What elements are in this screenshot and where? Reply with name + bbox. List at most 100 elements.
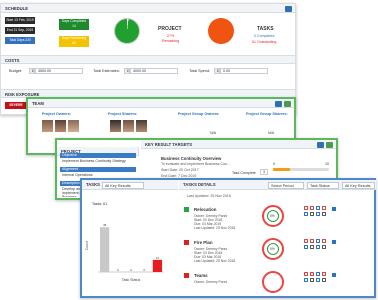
project-label: PROJECT [158,26,182,32]
task-action-icon[interactable] [310,239,314,243]
costs-header: COSTS [1,55,295,64]
task-status-square [184,273,189,278]
tasks-label: TASKS [257,26,274,32]
project-sharers-label: Project Sharers: [108,112,138,116]
kr-start: Start Date: 20 Oct 2017 [161,168,199,172]
owner-avatar[interactable] [55,120,66,132]
task-action-icon[interactable] [310,206,314,210]
bar-value-label: 48 [103,223,107,227]
task-action-icon[interactable] [310,278,314,282]
tasks-filter-select[interactable]: All Key Results [102,181,144,189]
owner-avatar[interactable] [42,120,53,132]
task-action-icon[interactable] [316,212,320,216]
task-name[interactable]: Relocation [194,207,216,212]
task-action-icon[interactable] [304,245,308,249]
group-sharers-na: N/A [268,131,274,135]
team-expand-button[interactable] [284,100,291,107]
sharer-avatar[interactable] [136,120,147,132]
owner-avatar[interactable] [68,120,79,132]
task-status-square [184,207,189,212]
task-action-icon[interactable] [316,239,320,243]
tasks-outstanding: 61 Outstanding [252,40,277,44]
kr-expand-button[interactable] [326,141,333,148]
slider-fill [273,168,290,171]
bar-value-label: 13 [156,256,160,260]
schedule-header: SCHEDULE [1,4,295,13]
task-action-icon[interactable] [304,212,308,216]
days-completed-chip: Days Completed 14 [59,19,89,30]
kr-header: KEY RESULT TARGETS [141,140,336,149]
chart-ylabel: Count [85,241,89,250]
task-action-icon[interactable] [322,206,326,210]
task-progress-pct: 0% [270,247,275,251]
kr-name: Business Continuity Overview [161,156,222,161]
task-action-icon[interactable] [304,278,308,282]
schedule-menu-button[interactable] [285,5,292,12]
status-select[interactable]: Task Status [307,181,339,189]
spend-input[interactable]: 0.00 [220,68,268,74]
task-action-icon[interactable] [316,272,320,276]
period-select[interactable]: Select Period [268,181,304,189]
task-edit-icon[interactable] [332,273,336,277]
task-action-icon[interactable] [322,239,326,243]
bar-value-label: 0 [130,268,132,272]
task-action-icon[interactable] [310,272,314,276]
total-days-chip: Total Days 220 [5,37,35,44]
task-action-icon[interactable] [322,245,326,249]
task-complete-label: Task Complete [232,171,256,175]
spend-label: Total Spend: [189,69,211,73]
days-remaining-chip: Days Remaining 60 [59,36,89,47]
task-action-icon[interactable] [316,245,320,249]
task-progress-pct: 0% [270,214,275,218]
chart-bar[interactable] [100,227,110,272]
task-updated: Last Updated: 25 Nov 2018 [194,226,236,230]
objective-label: Objective [60,153,136,158]
group-owners-na: N/A [210,131,216,135]
task-row[interactable]: Teams Owner: Demmy Panni [184,268,374,298]
kr-filter-select[interactable]: All Key Results [342,181,375,189]
task-edit-icon[interactable] [332,207,336,211]
task-complete-input[interactable]: 3 [260,169,268,175]
task-row[interactable]: Fire Plan Owner: Demmy Panni Start: 03 Dec… [184,235,374,265]
kr-menu-button[interactable] [317,141,324,148]
days-completed-value: 14 [72,24,76,28]
tasks-chart: 48 0 0 0 13 Count Task Status [85,223,164,282]
task-action-icon[interactable] [304,239,308,243]
budget-label: Budget: [9,69,23,73]
task-owner: Owner: Demmy Panni [194,280,228,284]
start-date-chip: Start 13 Feb, 2019 [5,17,35,24]
bar-value-label: 0 [117,268,119,272]
bar-value-label: 0 [143,268,145,272]
task-name[interactable]: Fire Plan [194,240,213,245]
task-row[interactable]: Relocation Owner: Demmy Panni Start: 03 De… [184,202,374,232]
chart-bar[interactable] [152,259,163,272]
team-header: TEAM [28,99,294,108]
team-menu-button[interactable] [275,100,282,107]
task-action-icon[interactable] [310,245,314,249]
task-action-icon[interactable] [322,278,326,282]
task-action-icon[interactable] [316,206,320,210]
task-action-icon[interactable] [310,212,314,216]
budget-input[interactable]: 4500.00 [35,68,83,74]
task-complete-slider[interactable] [273,168,329,171]
total-days-value: 220 [25,38,31,42]
total-days-label: Total Days [9,38,25,42]
project-group-owners-label: Project Group Owners: [178,112,220,116]
risk-badge: SEVERE [5,102,27,109]
days-remaining-value: 60 [72,41,76,45]
sharer-avatar[interactable] [110,120,121,132]
task-name[interactable]: Teams [194,273,208,278]
tasks-pie [208,18,234,44]
tasks-panel: TASKS All Key Results TASKS DETAILS Sele… [80,178,376,298]
chart-xlabel: Task Status [122,278,141,282]
task-action-icon[interactable] [322,272,326,276]
estimates-input[interactable]: 4000.00 [130,68,178,74]
task-edit-icon[interactable] [332,240,336,244]
task-action-icon[interactable] [304,206,308,210]
task-action-icon[interactable] [322,212,326,216]
task-status-square [184,240,189,245]
task-action-icon[interactable] [316,278,320,282]
slider-max: 10 [325,162,329,166]
sharer-avatar[interactable] [123,120,134,132]
task-action-icon[interactable] [304,272,308,276]
